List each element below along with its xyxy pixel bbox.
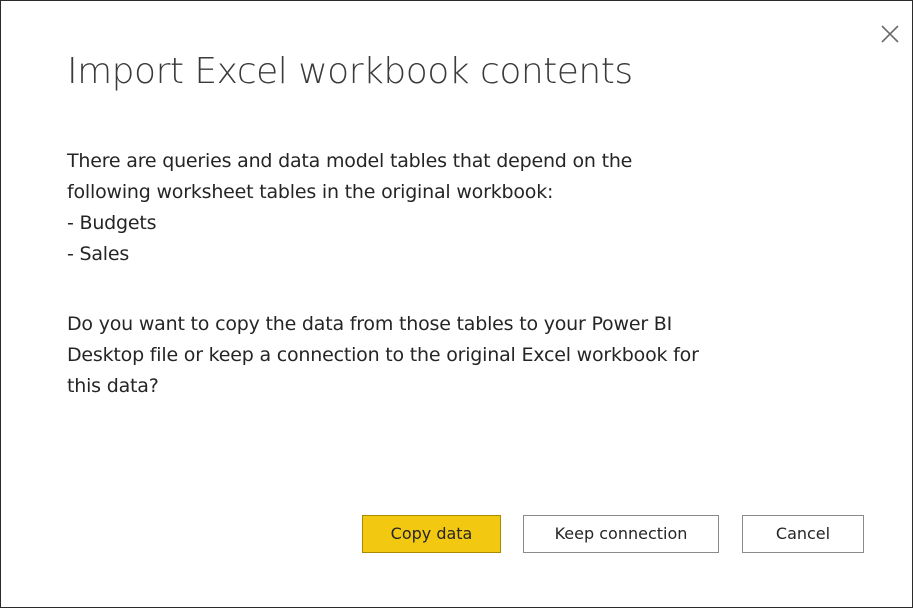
list-item-budgets: - Budgets — [67, 212, 157, 234]
dependent-tables-list: - Budgets - Sales — [67, 208, 857, 270]
dialog-title: Import Excel workbook contents — [67, 51, 633, 92]
question-line-3: this data? — [67, 375, 159, 397]
question-line-2: Desktop file or keep a connection to the… — [67, 344, 699, 366]
cancel-button[interactable]: Cancel — [742, 515, 864, 553]
keep-connection-button[interactable]: Keep connection — [523, 515, 719, 553]
message-intro-line-1: There are queries and data model tables … — [67, 150, 633, 172]
message-intro-line-2: following worksheet tables in the origin… — [67, 181, 554, 203]
import-excel-dialog: Import Excel workbook contents There are… — [0, 0, 913, 608]
list-item-sales: - Sales — [67, 243, 130, 265]
close-icon-glyph — [881, 25, 899, 43]
close-icon[interactable] — [879, 23, 901, 45]
question-line-1: Do you want to copy the data from those … — [67, 313, 673, 335]
copy-data-button[interactable]: Copy data — [362, 515, 501, 553]
dialog-message: There are queries and data model tables … — [67, 146, 857, 402]
